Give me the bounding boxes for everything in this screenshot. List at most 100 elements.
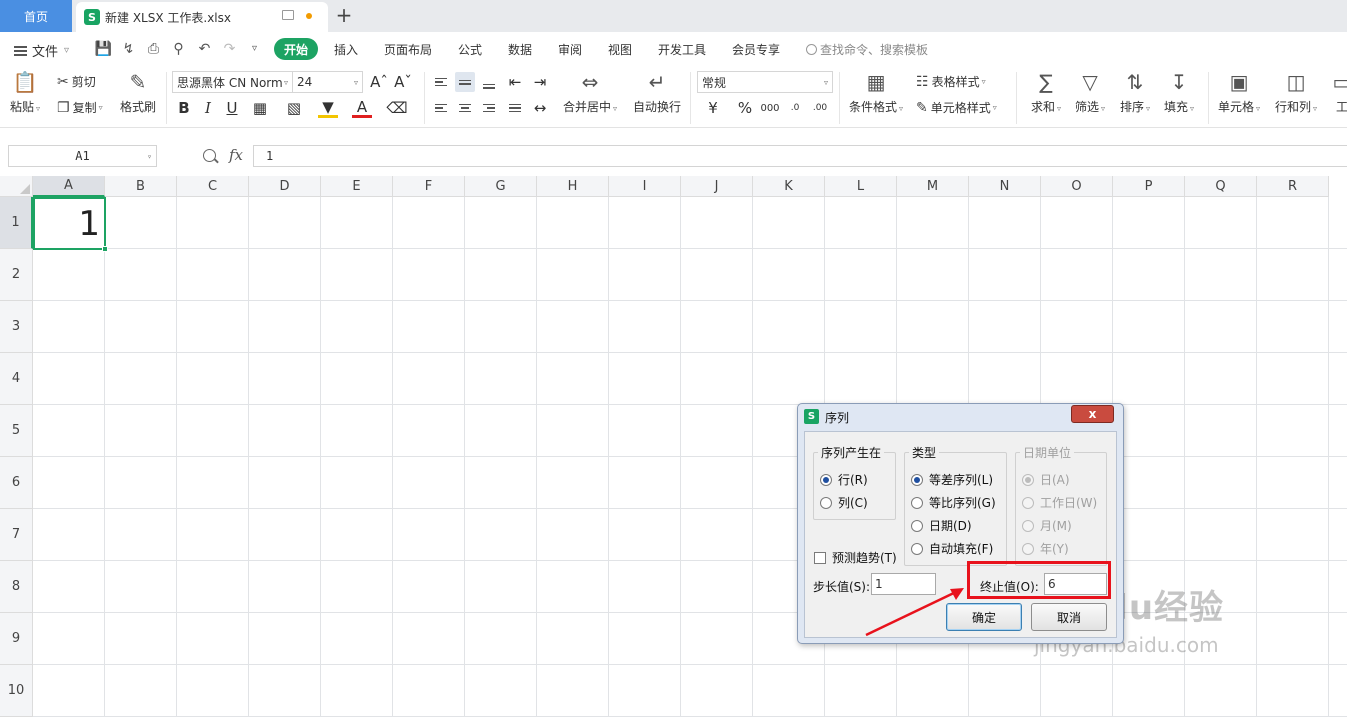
column-header-C[interactable]: C (177, 176, 249, 197)
radio-cols[interactable]: 列(C) (820, 494, 868, 511)
sort-button[interactable]: ⇅ 排序 ▿ (1120, 70, 1150, 115)
row-col-button[interactable]: ◫ 行和列 ▿ (1275, 70, 1317, 115)
underline-icon[interactable]: U (222, 98, 242, 118)
justify-icon[interactable] (505, 98, 525, 118)
fill-button[interactable]: ↧ 填充 ▿ (1164, 70, 1194, 115)
bold-icon[interactable]: B (174, 98, 194, 118)
radio-linear[interactable]: 等差序列(L) (911, 471, 993, 488)
active-cell-A1[interactable]: 1 (33, 197, 108, 252)
undo-icon[interactable]: ↶ (196, 40, 213, 57)
radio-rows[interactable]: 行(R) (820, 471, 868, 488)
row-header-10[interactable]: 10 (0, 665, 33, 717)
align-top-icon[interactable] (431, 72, 451, 92)
menu-data[interactable]: 数据 (508, 41, 532, 58)
row-header-2[interactable]: 2 (0, 249, 33, 301)
cell-button[interactable]: ▣ 单元格 ▿ (1218, 70, 1260, 115)
row-header-9[interactable]: 9 (0, 613, 33, 665)
conditional-format-button[interactable]: ▦ 条件格式 ▿ (849, 70, 903, 115)
tab-document[interactable]: S 新建 XLSX 工作表.xlsx (76, 2, 328, 32)
clear-format-icon[interactable]: ⌫ (386, 98, 407, 118)
row-header-3[interactable]: 3 (0, 301, 33, 353)
menu-start[interactable]: 开始 (274, 38, 318, 60)
file-menu[interactable]: 文件 ▿ (14, 41, 69, 60)
copy-button[interactable]: ❐ 复制 ▿ (57, 99, 103, 116)
radio-date[interactable]: 日期(D) (911, 517, 972, 534)
tab-home[interactable]: 首页 (0, 0, 72, 32)
increase-font-icon[interactable]: Aˆ (369, 72, 389, 92)
worksheet-button[interactable]: ▭ 工 (1330, 70, 1347, 115)
cell-format-icon[interactable]: ▧ (284, 98, 304, 118)
trend-checkbox[interactable]: 预测趋势(T) (814, 549, 897, 566)
column-header-A[interactable]: A (33, 176, 105, 197)
align-middle-icon[interactable] (455, 72, 475, 92)
formula-input[interactable]: 1 (253, 145, 1347, 167)
column-header-O[interactable]: O (1041, 176, 1113, 197)
align-left-icon[interactable] (431, 98, 451, 118)
border-icon[interactable]: ▦ (250, 98, 270, 118)
format-painter-button[interactable]: ✎ 格式刷 (120, 70, 156, 115)
column-header-B[interactable]: B (105, 176, 177, 197)
redo-icon[interactable]: ↷ (221, 40, 238, 57)
menu-formula[interactable]: 公式 (458, 41, 482, 58)
align-center-icon[interactable] (455, 98, 475, 118)
command-search[interactable]: 查找命令、搜索模板 (806, 41, 928, 58)
align-right-icon[interactable] (479, 98, 499, 118)
row-header-5[interactable]: 5 (0, 405, 33, 457)
merge-center-button[interactable]: ⇔ 合并居中 ▿ (563, 70, 617, 115)
column-header-E[interactable]: E (321, 176, 393, 197)
distribute-icon[interactable]: ↔ (530, 98, 550, 118)
print-preview-icon[interactable]: ⚲ (170, 40, 187, 57)
align-bottom-icon[interactable] (479, 72, 499, 92)
cut-button[interactable]: ✂ 剪切 (57, 73, 96, 90)
print-icon[interactable]: ⎙ (145, 40, 162, 57)
save-icon[interactable]: 💾 (95, 40, 112, 57)
window-mode-icon[interactable] (282, 10, 294, 20)
column-header-N[interactable]: N (969, 176, 1041, 197)
outdent-icon[interactable]: ⇤ (505, 72, 525, 92)
column-header-F[interactable]: F (393, 176, 465, 197)
menu-view[interactable]: 视图 (608, 41, 632, 58)
menu-member[interactable]: 会员专享 (732, 41, 780, 58)
wrap-text-button[interactable]: ↵ 自动换行 (633, 70, 681, 115)
row-header-4[interactable]: 4 (0, 353, 33, 405)
menu-review[interactable]: 审阅 (558, 41, 582, 58)
decrease-decimal-icon[interactable]: .00 (810, 98, 830, 118)
name-box[interactable]: A1 ▿ (8, 145, 157, 167)
column-header-R[interactable]: R (1257, 176, 1329, 197)
column-header-G[interactable]: G (465, 176, 537, 197)
dialog-titlebar[interactable]: S 序列 x (798, 404, 1123, 428)
row-header-7[interactable]: 7 (0, 509, 33, 561)
font-size-select[interactable]: 24 ▿ (292, 71, 363, 93)
menu-insert[interactable]: 插入 (334, 41, 358, 58)
close-icon[interactable]: x (1071, 405, 1114, 423)
paste-button[interactable]: 📋 粘贴 ▿ (10, 70, 40, 115)
number-format-select[interactable]: 常规 ▿ (697, 71, 833, 93)
column-header-M[interactable]: M (897, 176, 969, 197)
fill-color-icon[interactable]: ▼ (318, 98, 338, 118)
cell-style-button[interactable]: ✎ 单元格样式 ▿ (916, 99, 997, 116)
column-header-H[interactable]: H (537, 176, 609, 197)
column-header-I[interactable]: I (609, 176, 681, 197)
column-header-J[interactable]: J (681, 176, 753, 197)
decrease-font-icon[interactable]: Aˇ (393, 72, 413, 92)
sum-button[interactable]: ∑ 求和 ▿ (1031, 70, 1061, 115)
thousands-icon[interactable]: 000 (760, 98, 780, 118)
column-header-Q[interactable]: Q (1185, 176, 1257, 197)
export-icon[interactable]: ↯ (120, 40, 137, 57)
column-header-L[interactable]: L (825, 176, 897, 197)
table-style-button[interactable]: ☷ 表格样式 ▿ (916, 73, 986, 90)
row-header-8[interactable]: 8 (0, 561, 33, 613)
add-tab-button[interactable]: + (334, 3, 354, 27)
percent-icon[interactable]: % (735, 98, 755, 118)
select-all-corner[interactable] (0, 176, 33, 197)
radio-autofill[interactable]: 自动填充(F) (911, 540, 993, 557)
menu-developer[interactable]: 开发工具 (658, 41, 706, 58)
quick-access-dropdown-icon[interactable]: ▿ (246, 40, 263, 57)
column-header-D[interactable]: D (249, 176, 321, 197)
currency-icon[interactable]: ¥ (703, 98, 723, 118)
fx-icon[interactable]: fx (229, 146, 243, 164)
menu-page-layout[interactable]: 页面布局 (384, 41, 432, 58)
italic-icon[interactable]: I (198, 98, 218, 118)
indent-icon[interactable]: ⇥ (530, 72, 550, 92)
increase-decimal-icon[interactable]: .0 (785, 98, 805, 118)
